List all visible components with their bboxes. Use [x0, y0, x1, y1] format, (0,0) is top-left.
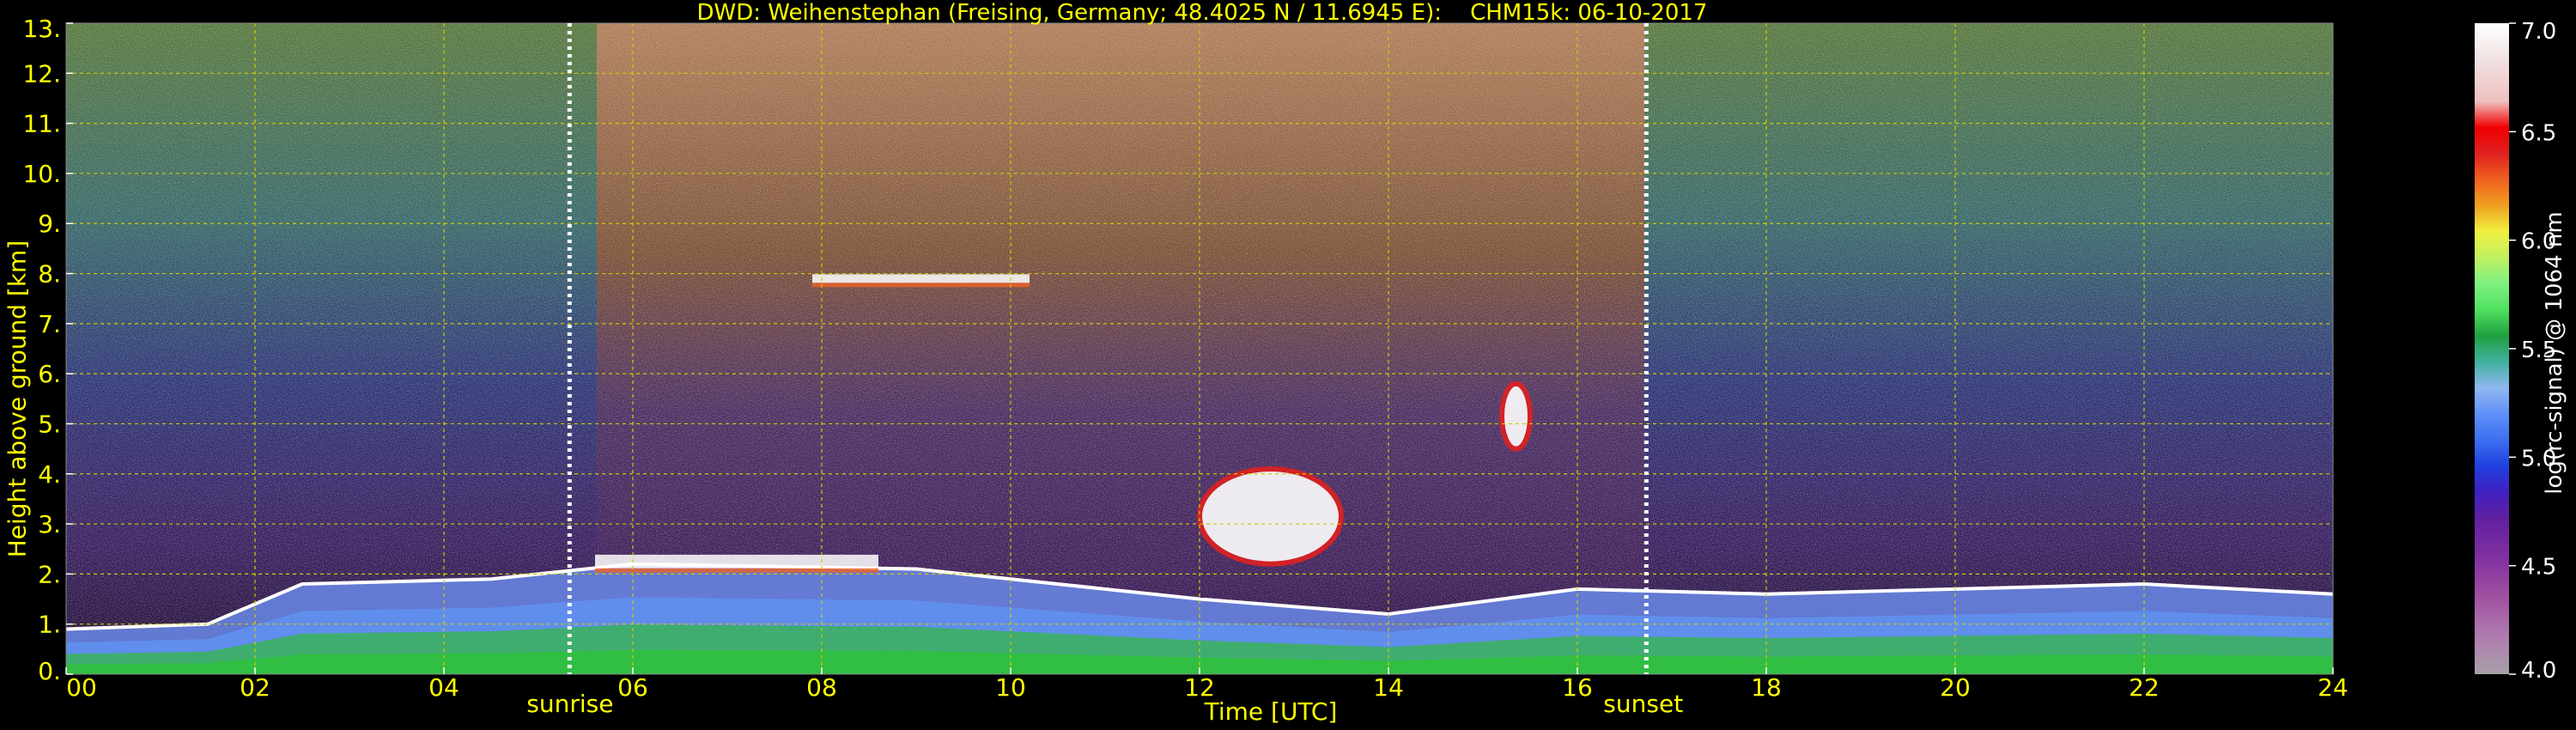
- convective-cloud: [1197, 465, 1344, 567]
- x-tick-label: 08: [806, 673, 837, 702]
- y-tick-label: 1.: [38, 611, 61, 639]
- colorbar-label: log(rc-signal) @ 1064 nm: [2542, 211, 2567, 495]
- y-axis-label: Height above ground [km]: [3, 240, 32, 558]
- x-tick-label: 00: [66, 673, 97, 702]
- cloud-layer: [812, 274, 1030, 283]
- x-axis-label: Time [UTC]: [1204, 697, 1338, 726]
- x-tick-label: 10: [995, 673, 1026, 702]
- convective-cloud: [1499, 380, 1533, 452]
- cloud-layer-edge: [595, 568, 878, 573]
- y-tick-label: 7.: [38, 310, 61, 338]
- chart-title: DWD: Weihenstephan (Freising, Germany; 4…: [696, 0, 1708, 26]
- y-tick-label: 12.: [22, 59, 61, 88]
- x-tick-label: 22: [2129, 673, 2160, 702]
- x-tick-label: 16: [1562, 673, 1593, 702]
- colorbar: [2475, 23, 2509, 674]
- y-tick-label: 3.: [38, 510, 61, 538]
- x-tick-label: 02: [240, 673, 270, 702]
- x-tick-label: 18: [1751, 673, 1782, 702]
- colorbar-tick-label: 7.0: [2521, 19, 2556, 45]
- ceilometer-chart: 00 02 04 06 08 10 12 14 16 18 20 22 24 0.1.2.3.4.5.6…: [22, 15, 2556, 702]
- x-tick-label: 04: [428, 673, 459, 702]
- x-tick-label: 06: [617, 673, 648, 702]
- y-tick-label: 5.: [38, 410, 61, 438]
- colorbar-tick-label: 4.0: [2521, 658, 2556, 684]
- y-tick-label: 11.: [22, 110, 61, 138]
- y-tick-label: 8.: [38, 260, 61, 289]
- sunrise-label: sunrise: [526, 690, 614, 718]
- y-tick-label: 6.: [38, 360, 61, 388]
- y-tick-label: 4.: [38, 460, 61, 489]
- y-tick-label: 0.: [38, 657, 61, 685]
- x-tick-label: 24: [2318, 673, 2348, 702]
- x-tick-label: 20: [1940, 673, 1971, 702]
- cloud-layer-edge: [812, 283, 1030, 288]
- y-tick-label: 9.: [38, 210, 61, 238]
- sunset-label: sunset: [1603, 690, 1684, 718]
- y-tick-label: 2.: [38, 560, 61, 588]
- cloud-layer: [595, 554, 878, 569]
